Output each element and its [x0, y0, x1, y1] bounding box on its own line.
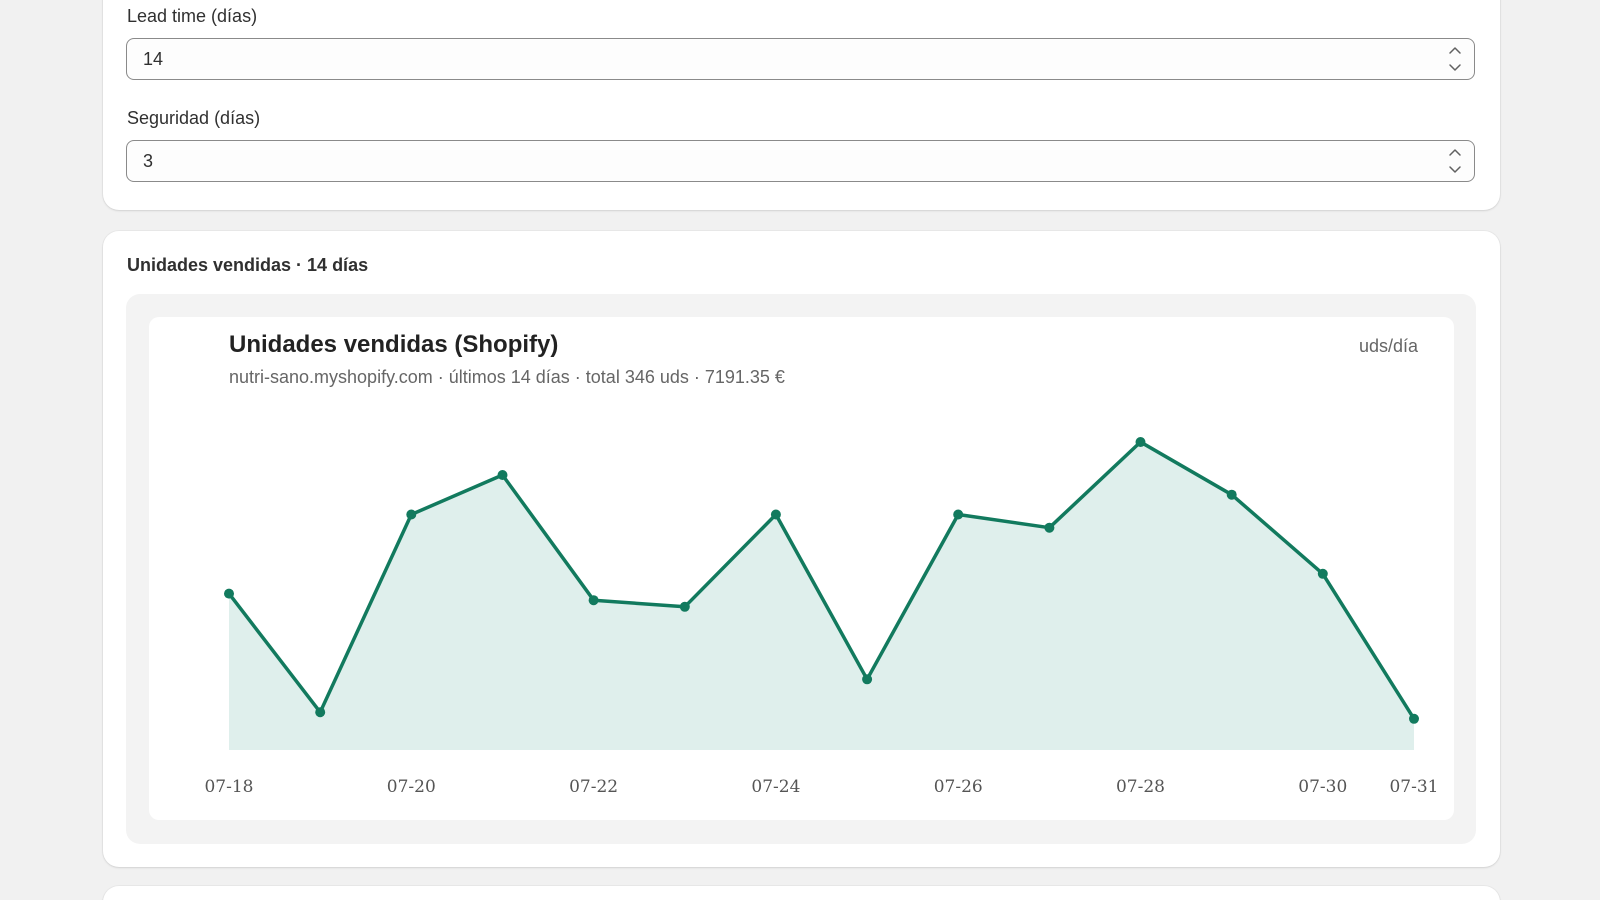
units-sold-chart: Unidades vendidas (Shopify) nutri-sano.m… — [149, 317, 1454, 820]
units-sold-heading: Unidades vendidas · 14 días — [127, 255, 369, 275]
x-tick-label-07-31: 07-31 — [1389, 777, 1438, 797]
data-point-07-21 — [497, 470, 508, 480]
data-point-07-26 — [953, 509, 964, 520]
x-tick-label-07-26: 07-26 — [934, 777, 983, 797]
data-point-07-19 — [315, 707, 326, 718]
x-tick-label-07-18: 07-18 — [204, 777, 253, 797]
increment-chevron-up-icon[interactable] — [1444, 43, 1466, 57]
x-tick-label-07-20: 07-20 — [387, 777, 436, 797]
increment-chevron-up-icon[interactable] — [1444, 145, 1466, 159]
data-point-07-23 — [679, 601, 690, 612]
x-tick-label-07-28: 07-28 — [1116, 777, 1165, 797]
safety-days-stepper[interactable] — [1444, 145, 1466, 177]
data-point-07-18 — [224, 588, 234, 599]
lead-time-label: Lead time (días) — [127, 6, 258, 26]
data-point-07-28 — [1135, 437, 1146, 447]
decrement-chevron-down-icon[interactable] — [1444, 61, 1466, 75]
units-sold-line-chart: 07-18 07-20 07-22 07-24 07-26 07-28 07-30 07-31 — [204, 437, 1439, 797]
data-point-07-31 — [1409, 713, 1419, 724]
x-tick-label-07-30: 07-30 — [1298, 777, 1347, 797]
x-tick-label-07-22: 07-22 — [569, 777, 618, 797]
next-card — [103, 886, 1500, 900]
data-point-07-29 — [1226, 489, 1237, 500]
data-point-07-25 — [862, 674, 873, 685]
safety-days-value[interactable]: 3 — [143, 151, 153, 172]
decrement-chevron-down-icon[interactable] — [1444, 163, 1466, 177]
lead-time-input[interactable]: 14 — [126, 38, 1475, 80]
units-sold-card: Unidades vendidas · 14 días Unidades ven… — [103, 231, 1500, 867]
data-point-07-27 — [1044, 522, 1055, 533]
chart-container: Unidades vendidas (Shopify) nutri-sano.m… — [126, 294, 1476, 844]
lead-time-value[interactable]: 14 — [143, 49, 163, 70]
data-point-07-22 — [588, 595, 599, 606]
data-point-07-20 — [406, 509, 417, 520]
safety-days-label: Seguridad (días) — [127, 108, 261, 128]
data-point-07-30 — [1317, 568, 1328, 579]
page: Lead time (días) 14 Seguridad (días) 3 U… — [0, 0, 1600, 900]
data-point-07-24 — [770, 509, 781, 520]
reorder-settings-card: Lead time (días) 14 Seguridad (días) 3 — [103, 0, 1500, 210]
safety-days-input[interactable]: 3 — [126, 140, 1475, 182]
lead-time-stepper[interactable] — [1444, 43, 1466, 75]
x-tick-label-07-24: 07-24 — [751, 777, 800, 797]
